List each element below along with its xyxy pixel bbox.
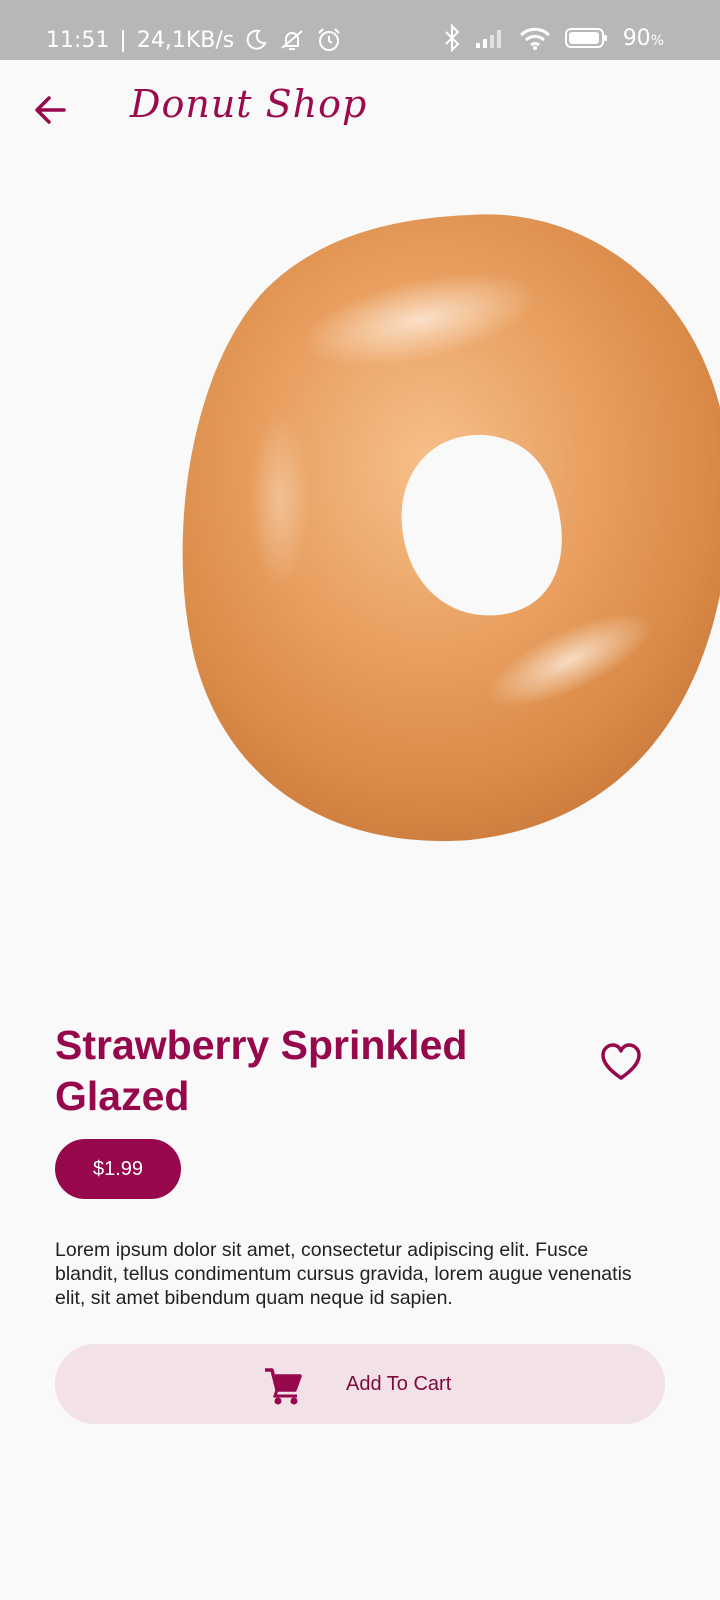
back-button[interactable]	[30, 88, 74, 132]
status-time: 11:51	[46, 27, 110, 53]
favorite-button[interactable]	[600, 1042, 642, 1084]
signal-icon	[475, 30, 501, 48]
heart-outline-icon	[601, 1043, 641, 1080]
app-title: Donut Shop	[130, 82, 368, 126]
alarm-icon	[318, 28, 340, 51]
status-separator: |	[119, 27, 127, 53]
add-to-cart-button[interactable]: Add To Cart	[55, 1344, 665, 1424]
battery-percent-unit: %	[650, 32, 664, 49]
shopping-cart-icon	[265, 1368, 302, 1405]
arrow-left-icon	[35, 96, 66, 124]
price-badge: $1.99	[55, 1139, 181, 1199]
wifi-icon	[519, 27, 550, 50]
add-to-cart-label: Add To Cart	[346, 1373, 452, 1395]
bluetooth-icon	[444, 24, 460, 52]
donut-image	[182, 214, 720, 841]
battery-percent-value: 90	[622, 25, 651, 51]
status-bar: 11:51 | 24,1KB/s 90%	[0, 0, 720, 60]
moon-icon	[246, 29, 267, 50]
battery-percent: 90%	[623, 26, 664, 51]
battery-icon	[564, 28, 607, 48]
product-description: Lorem ipsum dolor sit amet, consectetur …	[55, 1239, 632, 1309]
status-right: 90%	[443, 24, 664, 52]
app-bar: Donut Shop	[0, 60, 720, 160]
status-network-speed: 24,1KB/s	[136, 27, 235, 53]
product-title: Strawberry Sprinkled Glazed	[55, 1022, 468, 1119]
mute-icon	[281, 30, 303, 50]
status-left: 11:51 | 24,1KB/s	[46, 27, 342, 53]
